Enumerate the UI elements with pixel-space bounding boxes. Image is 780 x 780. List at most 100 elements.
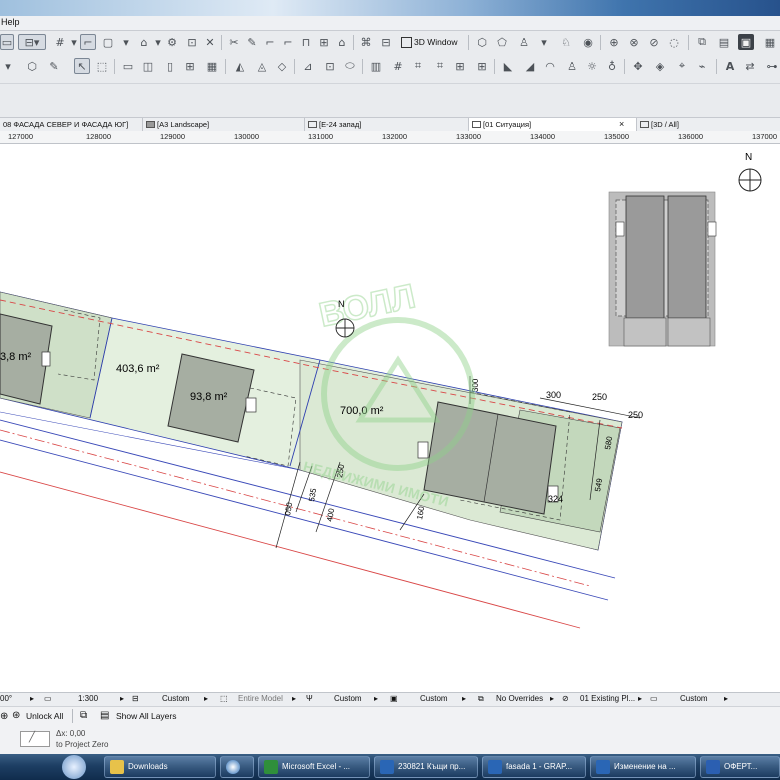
box-icon[interactable]: ⬡	[474, 34, 490, 50]
explode-icon[interactable]: ✕	[202, 34, 218, 50]
person-icon[interactable]: ♙	[516, 34, 532, 50]
dimension-icon[interactable]: ⌖	[674, 58, 690, 74]
column-icon[interactable]: ▯	[162, 58, 178, 74]
model-filter-value[interactable]: Entire Model	[238, 694, 283, 703]
chain-icon[interactable]: ⊶	[764, 58, 780, 74]
snap-icon[interactable]: ⌐	[80, 34, 96, 50]
door-icon[interactable]: ◫	[140, 58, 156, 74]
dropdown-arrow-icon[interactable]: ▸	[292, 694, 296, 703]
drawing-canvas[interactable]: 300 250 250 300 580 549 324 250 535 400 …	[0, 144, 780, 692]
window-icon[interactable]: ▢	[100, 34, 116, 50]
beam-icon[interactable]: ⊡	[322, 58, 338, 74]
dropdown-arrow-icon[interactable]: ▸	[204, 694, 208, 703]
window-icon[interactable]: ⊞	[182, 58, 198, 74]
walk-icon[interactable]: ♘	[558, 34, 574, 50]
line-icon[interactable]: ◢	[522, 58, 538, 74]
truss-icon[interactable]: ⊞	[474, 58, 490, 74]
shape-icon[interactable]: ⬠	[494, 34, 510, 50]
display-value[interactable]: Custom	[420, 694, 448, 703]
taskbar-item-archicad-2[interactable]: fasada 1 - GRAP...	[482, 756, 586, 778]
level-icon[interactable]: ◈	[652, 58, 668, 74]
pointer-icon[interactable]: ↖	[74, 58, 90, 74]
paste-icon[interactable]: ▤	[716, 34, 732, 50]
stair-icon[interactable]: ▥	[368, 58, 384, 74]
3d-window-button[interactable]: 3D Window	[401, 34, 457, 50]
taskbar-item-downloads[interactable]: Downloads	[104, 756, 216, 778]
taskbar-item-excel[interactable]: Microsoft Excel - ...	[258, 756, 370, 778]
arrows-icon[interactable]: ⇄	[742, 58, 758, 74]
start-orb-icon[interactable]	[62, 755, 86, 779]
slab-icon[interactable]: ⊿	[300, 58, 316, 74]
group-icon[interactable]: ⊡	[184, 34, 200, 50]
override-value[interactable]: No Overrides	[496, 694, 543, 703]
pencil-icon[interactable]: ✎	[46, 58, 62, 74]
section-icon[interactable]: ⊟	[378, 34, 394, 50]
lamp-icon[interactable]: ⌗	[432, 58, 448, 74]
mirror-icon[interactable]: ⌘	[358, 34, 374, 50]
morph-icon[interactable]: ⊞	[452, 58, 468, 74]
renovation-value[interactable]: 01 Existing Pl...	[580, 694, 635, 703]
circle-icon[interactable]: ◌	[666, 34, 682, 50]
curtain-icon[interactable]: ▦	[204, 58, 220, 74]
label-icon[interactable]: ⌁	[694, 58, 710, 74]
globe-icon[interactable]: ⊗	[626, 34, 642, 50]
move-icon[interactable]: ✥	[630, 58, 646, 74]
dimension-style-value[interactable]: Custom	[680, 694, 708, 703]
layer-icon[interactable]: ⚙	[164, 34, 180, 50]
compass-icon[interactable]: ⊘	[646, 34, 662, 50]
close-tab-icon[interactable]: ×	[619, 118, 624, 131]
dropdown-arrow-icon[interactable]: ▸	[550, 694, 554, 703]
tab-3d-all[interactable]: [3D / All]	[636, 118, 780, 131]
taskbar-item-archicad-1[interactable]: 230821 Къщи пр...	[374, 756, 478, 778]
text-icon[interactable]: A	[722, 58, 738, 74]
railing-icon[interactable]: #	[390, 58, 406, 74]
target-icon[interactable]: ⊕	[606, 34, 622, 50]
taskbar-item-offer[interactable]: ОФЕРТ...	[700, 756, 780, 778]
bulb-icon[interactable]: ♁	[604, 58, 620, 74]
tab-a3-landscape[interactable]: [A3 Landscape]	[142, 118, 304, 131]
dropdown-icon[interactable]: ▾	[0, 58, 16, 74]
split-icon[interactable]: ⊓	[298, 34, 314, 50]
rotation-value[interactable]: 00°	[0, 694, 12, 703]
panel-icon[interactable]: ▦	[762, 34, 778, 50]
tab-01-situation[interactable]: [01 Ситуация] ×	[468, 118, 636, 131]
offset-icon[interactable]: ⌐	[280, 34, 296, 50]
figure-icon[interactable]: ♙	[564, 58, 580, 74]
wall-icon[interactable]: ▭	[120, 58, 136, 74]
eye-icon[interactable]: ◉	[580, 34, 596, 50]
scale-value[interactable]: 1:300	[78, 694, 98, 703]
pencil-input-icon[interactable]: ╱	[20, 731, 50, 747]
mesh-icon[interactable]: ◇	[274, 58, 290, 74]
taskbar-item-archicad-3[interactable]: Изменение на ...	[590, 756, 696, 778]
corner-icon[interactable]: ⌐	[262, 34, 278, 50]
light-icon[interactable]: ☼	[584, 58, 600, 74]
copy-icon[interactable]: ⧉	[694, 34, 710, 50]
object-icon[interactable]: ⌗	[410, 58, 426, 74]
dropdown-icon[interactable]: ▾	[118, 34, 134, 50]
shell-icon[interactable]: ◬	[254, 58, 270, 74]
resize-icon[interactable]: ⊞	[316, 34, 332, 50]
dropdown-arrow-icon[interactable]: ▸	[120, 694, 124, 703]
arc-icon[interactable]: ◠	[542, 58, 558, 74]
dropdown-arrow-icon[interactable]: ▸	[724, 694, 728, 703]
zone-icon[interactable]: ⬭	[342, 58, 358, 74]
layer-combo-value[interactable]: Custom	[162, 694, 190, 703]
dropdown-arrow-icon[interactable]: ▸	[638, 694, 642, 703]
house-icon[interactable]: ⌂	[334, 34, 350, 50]
fill-icon[interactable]: ◣	[500, 58, 516, 74]
scissors-icon[interactable]: ✂	[226, 34, 242, 50]
dropdown-arrow-icon[interactable]: ▸	[462, 694, 466, 703]
arrow-tool-button[interactable]: ▭	[0, 34, 14, 50]
show-all-layers-button[interactable]: Show All Layers	[116, 711, 176, 721]
tab-facade-north-south[interactable]: 08 ФАСАДА СЕВЕР И ФАСАДА ЮГ]	[0, 118, 142, 131]
marquee-tool-button[interactable]: ⊟▾	[18, 34, 46, 50]
selection-icon[interactable]: ⬡	[24, 58, 40, 74]
tab-e24-west[interactable]: [E-24 запад]	[304, 118, 468, 131]
dropdown-icon[interactable]: ▾	[536, 34, 552, 50]
unlock-all-button[interactable]: Unlock All	[26, 711, 63, 721]
menu-help[interactable]: Help	[1, 17, 20, 27]
pen-set-value[interactable]: Custom	[334, 694, 362, 703]
roof-icon[interactable]: ◭	[232, 58, 248, 74]
layout-icon[interactable]: ▣	[738, 34, 754, 50]
trim-icon[interactable]: ✎	[244, 34, 260, 50]
